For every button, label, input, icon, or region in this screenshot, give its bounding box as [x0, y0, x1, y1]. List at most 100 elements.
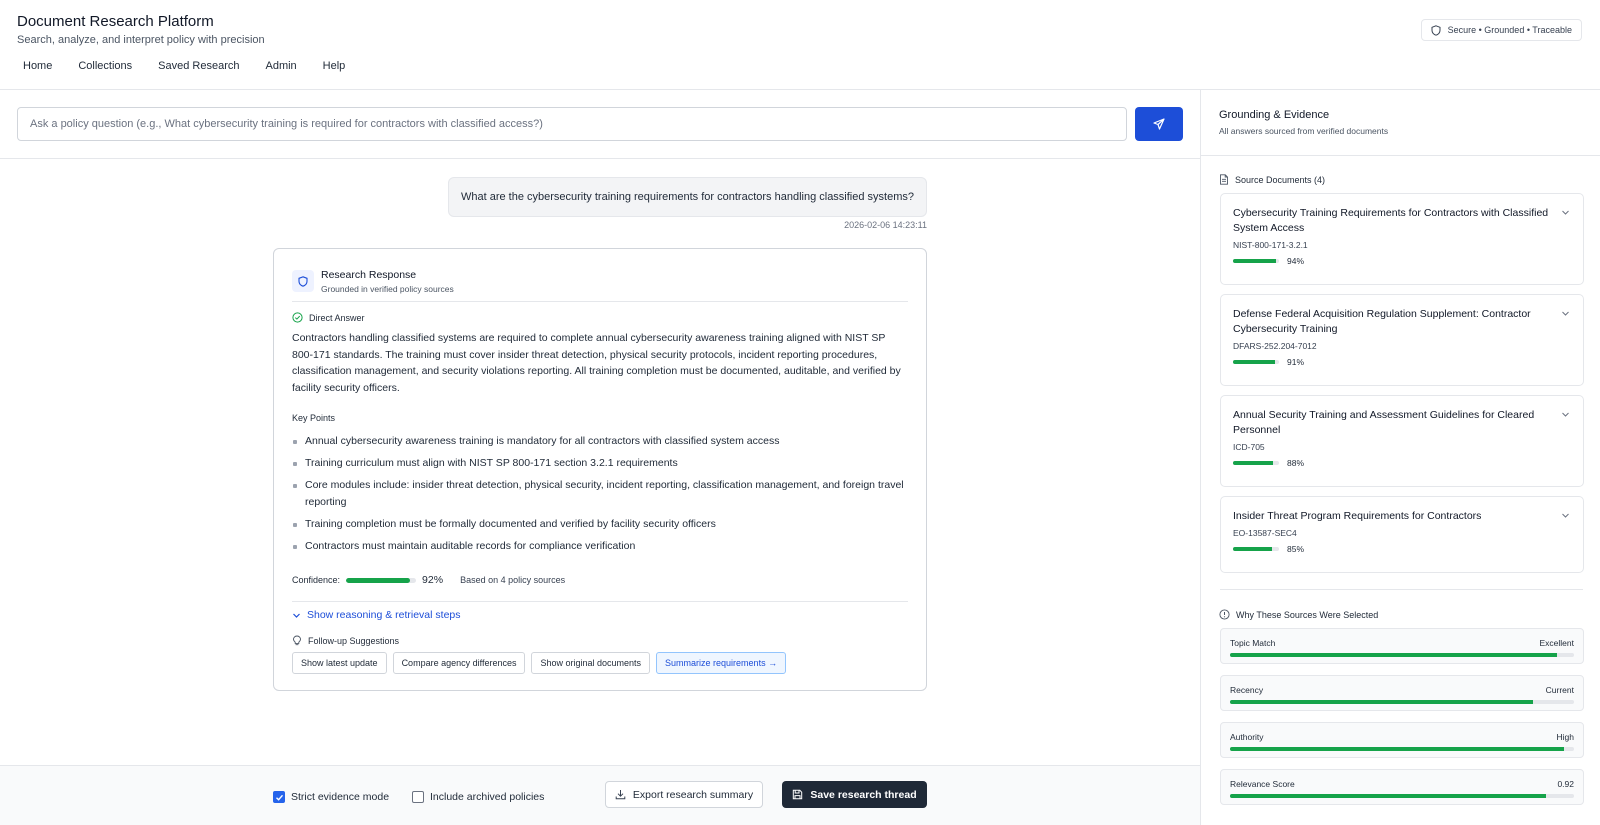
response-header: Research Response Grounded in verified p… — [292, 266, 908, 302]
action-footer: Strict evidence mode Include archived po… — [0, 765, 1200, 825]
source-score-value: 85% — [1287, 544, 1305, 554]
confidence-row: Confidence: 92% Based on 4 policy source… — [292, 574, 565, 586]
chevron-down-icon[interactable] — [1561, 410, 1570, 419]
metric-topic-match: Topic Match Excellent — [1220, 628, 1584, 664]
list-item: Training curriculum must align with NIST… — [292, 455, 904, 472]
source-score: 94% — [1233, 256, 1304, 266]
why-sources-label: Why These Sources Were Selected — [1236, 609, 1379, 620]
nav-collections[interactable]: Collections — [65, 60, 145, 72]
strict-evidence-checkbox[interactable]: Strict evidence mode — [273, 791, 389, 803]
include-archived-label: Include archived policies — [430, 791, 545, 803]
export-summary-label: Export research summary — [632, 788, 754, 801]
list-item: Core modules include: insider threat det… — [292, 477, 904, 510]
metric-bar — [1230, 653, 1574, 657]
evidence-panel: Grounding & Evidence All answers sourced… — [1200, 90, 1600, 825]
security-badge-label: Secure • Grounded • Traceable — [1447, 25, 1572, 35]
source-card[interactable]: Defense Federal Acquisition Regulation S… — [1220, 294, 1584, 386]
metric-value: 0.92 — [1557, 779, 1574, 789]
show-reasoning-label: Show reasoning & retrieval steps — [307, 609, 461, 621]
followup-summarize[interactable]: Summarize requirements → — [656, 652, 787, 674]
source-score: 88% — [1233, 458, 1304, 468]
source-score-value: 94% — [1287, 256, 1305, 266]
source-score: 85% — [1233, 544, 1304, 554]
metric-authority: Authority High — [1220, 722, 1584, 758]
metric-bar-fill — [1230, 700, 1533, 704]
source-documents-label: Source Documents (4) — [1235, 174, 1326, 185]
divider — [292, 601, 908, 602]
message-timestamp: 2026-02-06 14:23:11 — [844, 220, 927, 230]
source-score-fill — [1233, 360, 1275, 364]
app-subtitle: Search, analyze, and interpret policy wi… — [17, 34, 265, 46]
include-archived-checkbox[interactable]: Include archived policies — [412, 791, 544, 803]
source-score-value: 91% — [1287, 357, 1305, 367]
followup-show-original[interactable]: Show original documents — [531, 652, 651, 674]
metric-bar-fill — [1230, 653, 1557, 657]
source-card[interactable]: Cybersecurity Training Requirements for … — [1220, 193, 1584, 285]
source-score-bar — [1233, 360, 1279, 364]
response-shield-badge — [292, 270, 314, 292]
policy-question-input[interactable] — [17, 107, 1127, 141]
confidence-value: 92% — [422, 574, 444, 586]
key-points-list: Annual cybersecurity awareness training … — [292, 433, 904, 560]
export-summary-button[interactable]: Export research summary — [605, 781, 763, 808]
source-card[interactable]: Annual Security Training and Assessment … — [1220, 395, 1584, 487]
metric-name: Recency — [1230, 685, 1264, 695]
send-button[interactable] — [1135, 107, 1183, 141]
send-icon — [1153, 118, 1165, 130]
sources-note: Based on 4 policy sources — [460, 575, 566, 585]
source-score-fill — [1233, 259, 1277, 263]
panel-title: Grounding & Evidence — [1219, 109, 1330, 121]
source-card[interactable]: Insider Threat Program Requirements for … — [1220, 496, 1584, 573]
metric-bar-fill — [1230, 794, 1547, 798]
source-id: EO-13587-SEC4 — [1233, 528, 1297, 538]
metric-value: Excellent — [1539, 638, 1575, 648]
followup-show-latest-update[interactable]: Show latest update — [292, 652, 387, 674]
search-bar — [0, 90, 1200, 159]
confidence-label: Confidence: — [292, 575, 341, 585]
show-reasoning-toggle[interactable]: Show reasoning & retrieval steps — [292, 609, 461, 621]
app-header: Document Research Platform Search, analy… — [0, 0, 1600, 90]
key-points-heading: Key Points — [292, 413, 336, 423]
panel-header: Grounding & Evidence All answers sourced… — [1201, 90, 1600, 156]
metric-bar — [1230, 794, 1574, 798]
source-score-fill — [1233, 461, 1274, 465]
nav-help[interactable]: Help — [310, 60, 359, 72]
chevron-down-icon — [293, 613, 300, 618]
followup-heading: Follow-up Suggestions — [292, 635, 399, 646]
metric-bar-fill — [1230, 747, 1564, 751]
followup-compare-agency[interactable]: Compare agency differences — [392, 652, 526, 674]
nav-saved-research[interactable]: Saved Research — [145, 60, 252, 72]
document-icon — [1220, 174, 1228, 185]
user-message: What are the cybersecurity training requ… — [447, 177, 927, 217]
nav-home[interactable]: Home — [10, 60, 65, 72]
check-icon — [275, 794, 283, 801]
save-thread-button[interactable]: Save research thread — [782, 781, 927, 808]
metric-value: Current — [1545, 685, 1574, 695]
checkbox-unchecked[interactable] — [412, 791, 424, 803]
check-circle-icon — [292, 312, 303, 323]
shield-icon — [1431, 24, 1441, 36]
research-response-card: Research Response Grounded in verified p… — [273, 248, 927, 691]
metric-recency: Recency Current — [1220, 675, 1584, 711]
source-score-bar — [1233, 547, 1279, 551]
followup-label: Follow-up Suggestions — [308, 635, 400, 646]
chevron-down-icon[interactable] — [1561, 208, 1570, 217]
metric-relevance-score: Relevance Score 0.92 — [1220, 769, 1584, 805]
nav-admin[interactable]: Admin — [252, 60, 309, 72]
source-score-bar — [1233, 259, 1279, 263]
source-id: ICD-705 — [1233, 442, 1265, 452]
checkbox-checked[interactable] — [273, 791, 285, 803]
confidence-bar-fill — [346, 577, 411, 583]
chevron-down-icon[interactable] — [1561, 309, 1570, 318]
metric-bar — [1230, 700, 1574, 704]
source-title: Annual Security Training and Assessment … — [1233, 409, 1535, 436]
source-score-value: 88% — [1287, 458, 1305, 468]
app-title: Document Research Platform — [17, 13, 214, 30]
source-id: NIST-800-171-3.2.1 — [1233, 240, 1308, 250]
metric-name: Relevance Score — [1230, 779, 1295, 789]
download-icon — [615, 790, 626, 800]
metric-bar — [1230, 747, 1574, 751]
chevron-down-icon[interactable] — [1561, 511, 1570, 520]
why-sources-heading: Why These Sources Were Selected — [1219, 609, 1378, 620]
direct-answer-label: Direct Answer — [309, 312, 365, 323]
